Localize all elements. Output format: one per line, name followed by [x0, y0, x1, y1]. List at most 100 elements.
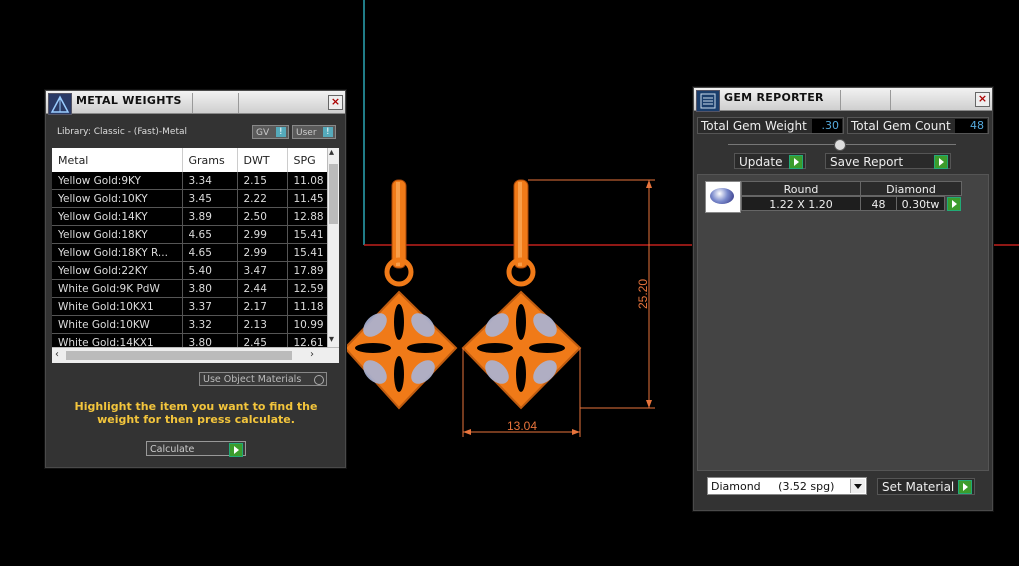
- metal-weights-titlebar[interactable]: METAL WEIGHTS ×: [46, 91, 345, 115]
- total-gem-count-label: Total Gem Count: [851, 119, 951, 133]
- gem-count: 48: [860, 196, 897, 211]
- set-material-button[interactable]: Set Material: [877, 478, 975, 495]
- table-row[interactable]: White Gold:10KW 3.32 2.13 10.99: [52, 315, 329, 334]
- metal-cell: White Gold:10KX1: [52, 297, 183, 316]
- table-horizontal-scrollbar[interactable]: ‹ ›: [52, 347, 339, 363]
- total-gem-count-field: Total Gem Count 48: [847, 117, 989, 134]
- col-dwt[interactable]: DWT: [237, 148, 288, 172]
- spg-cell: 11.45: [287, 189, 329, 208]
- scroll-left-icon[interactable]: ‹: [55, 349, 59, 360]
- dwt-cell: 2.44: [237, 279, 288, 298]
- gem-reporter-close-button[interactable]: ×: [975, 92, 990, 107]
- earring-left[interactable]: [343, 179, 458, 410]
- gem-row-play-icon[interactable]: [947, 197, 961, 211]
- scroll-down-icon[interactable]: ▾: [329, 334, 334, 345]
- round-diamond-icon: [705, 181, 741, 213]
- total-gem-weight-value: .30: [812, 119, 842, 133]
- slider-knob[interactable]: [834, 139, 846, 151]
- update-play-icon: [789, 155, 803, 169]
- use-object-materials-label: Use Object Materials: [203, 374, 302, 385]
- grams-cell: 3.80: [182, 279, 238, 298]
- user-toggle-label: User: [296, 128, 317, 138]
- dwt-cell: 2.99: [237, 243, 288, 262]
- spg-cell: 12.59: [287, 279, 329, 298]
- grams-cell: 5.40: [182, 261, 238, 280]
- table-row[interactable]: Yellow Gold:18KY 4.65 2.99 15.41: [52, 225, 329, 244]
- gem-shape: Round: [741, 181, 861, 196]
- metal-cell: Yellow Gold:10KY: [52, 189, 183, 208]
- metal-weights-close-button[interactable]: ×: [328, 95, 343, 110]
- table-row[interactable]: Yellow Gold:9KY 3.34 2.15 11.08: [52, 172, 329, 190]
- col-spg[interactable]: SPG: [287, 148, 329, 172]
- metal-cell: Yellow Gold:14KY: [52, 207, 183, 226]
- metal-cell: Yellow Gold:18KY: [52, 225, 183, 244]
- spg-cell: 17.89: [287, 261, 329, 280]
- update-button[interactable]: Update: [734, 153, 806, 169]
- gem-size: 1.22 X 1.20: [741, 196, 861, 211]
- metal-weights-icon: [48, 93, 72, 115]
- metal-cell: White Gold:9K PdW: [52, 279, 183, 298]
- table-row[interactable]: White Gold:10KX1 3.37 2.17 11.18: [52, 297, 329, 316]
- spg-cell: 15.41: [287, 225, 329, 244]
- dimension-height-label: 25.20: [636, 279, 650, 309]
- table-row[interactable]: White Gold:9K PdW 3.80 2.44 12.59: [52, 279, 329, 298]
- dimension-width-label: 13.04: [507, 419, 537, 433]
- table-row[interactable]: Yellow Gold:22KY 5.40 3.47 17.89: [52, 261, 329, 280]
- table-vertical-scrollbar[interactable]: ▴ ▾: [327, 148, 339, 348]
- gem-weight: 0.30tw: [896, 196, 945, 211]
- spg-cell: 11.08: [287, 172, 329, 190]
- scroll-right-icon[interactable]: ›: [310, 349, 314, 360]
- metal-weights-table[interactable]: Metal Grams DWT SPG Yellow Gold:9KY 3.34 2…: [52, 148, 339, 363]
- total-gem-count-value: 48: [955, 119, 987, 133]
- gem-material: Diamond: [860, 181, 962, 196]
- save-report-play-icon: [934, 155, 948, 169]
- metal-cell: Yellow Gold:9KY: [52, 172, 183, 190]
- calculate-label: Calculate: [150, 444, 195, 455]
- set-material-label: Set Material: [882, 480, 955, 494]
- dwt-cell: 2.13: [237, 315, 288, 334]
- col-metal[interactable]: Metal: [52, 148, 183, 172]
- set-material-play-icon: [958, 480, 972, 494]
- gv-toggle-label: GV: [256, 128, 270, 138]
- grams-cell: 4.65: [182, 225, 238, 244]
- save-report-label: Save Report: [830, 155, 904, 169]
- col-grams[interactable]: Grams: [182, 148, 238, 172]
- dwt-cell: 2.17: [237, 297, 288, 316]
- user-toggle[interactable]: User: [292, 125, 336, 139]
- update-label: Update: [739, 155, 783, 169]
- use-object-materials-toggle[interactable]: Use Object Materials: [199, 372, 327, 386]
- grams-cell: 3.45: [182, 189, 238, 208]
- table-row[interactable]: Yellow Gold:10KY 3.45 2.22 11.45: [52, 189, 329, 208]
- metal-weights-title: METAL WEIGHTS: [76, 94, 182, 107]
- grams-cell: 3.89: [182, 207, 238, 226]
- gem-reporter-panel: GEM REPORTER × Total Gem Weight .30 Tota…: [693, 87, 993, 511]
- gv-toggle[interactable]: GV: [252, 125, 289, 139]
- table-row[interactable]: Yellow Gold:14KY 3.89 2.50 12.88: [52, 207, 329, 226]
- earring-right[interactable]: [461, 179, 582, 410]
- total-gem-weight-label: Total Gem Weight: [701, 119, 807, 133]
- spg-cell: 10.99: [287, 315, 329, 334]
- spg-cell: 15.41: [287, 243, 329, 262]
- gem-list[interactable]: Round Diamond 1.22 X 1.20 48 0.30tw: [697, 174, 989, 471]
- dwt-cell: 2.50: [237, 207, 288, 226]
- metal-cell: Yellow Gold:22KY: [52, 261, 183, 280]
- gem-reporter-titlebar[interactable]: GEM REPORTER ×: [694, 88, 992, 112]
- material-select[interactable]: Diamond (3.52 spg): [707, 477, 867, 495]
- scroll-up-icon[interactable]: ▴: [329, 148, 334, 158]
- table-row[interactable]: Yellow Gold:18KY R... 4.65 2.99 15.41: [52, 243, 329, 262]
- grams-cell: 4.65: [182, 243, 238, 262]
- chevron-down-icon[interactable]: [850, 479, 865, 493]
- metal-cell: White Gold:10KW: [52, 315, 183, 334]
- gem-reporter-title: GEM REPORTER: [724, 91, 824, 104]
- gem-slider[interactable]: [728, 139, 956, 151]
- calculate-button[interactable]: Calculate: [146, 441, 246, 457]
- radio-icon: [314, 375, 324, 385]
- grams-cell: 3.32: [182, 315, 238, 334]
- dwt-cell: 2.99: [237, 225, 288, 244]
- total-gem-weight-field: Total Gem Weight .30: [697, 117, 844, 134]
- user-info-icon: [323, 125, 333, 139]
- save-report-button[interactable]: Save Report: [825, 153, 951, 169]
- grams-cell: 3.37: [182, 297, 238, 316]
- dwt-cell: 2.15: [237, 172, 288, 190]
- spg-cell: 11.18: [287, 297, 329, 316]
